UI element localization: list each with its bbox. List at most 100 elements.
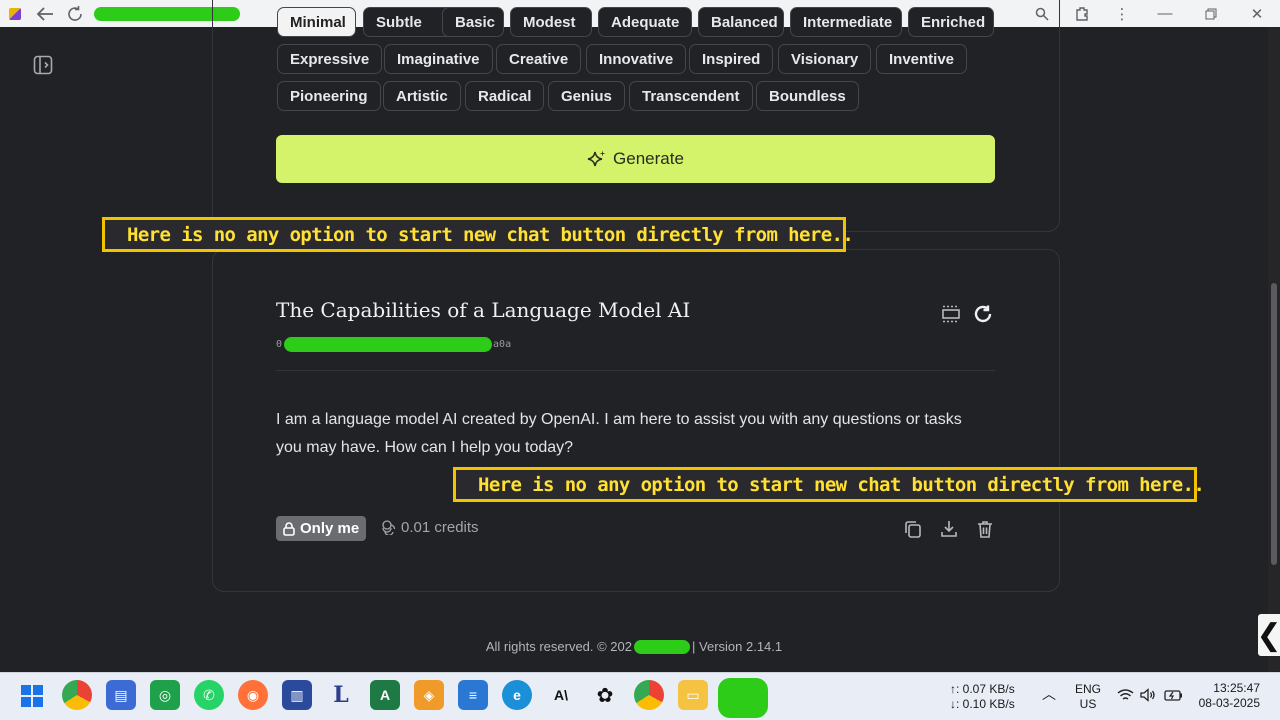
- expand-view-icon[interactable]: [941, 304, 961, 324]
- chip-expressive[interactable]: Expressive: [277, 44, 383, 74]
- net-up: ↑: 0.07 KB/s: [950, 682, 1015, 696]
- chip-balanced[interactable]: Balanced: [698, 7, 784, 37]
- chip-label: Transcendent: [642, 87, 740, 105]
- chrome-profile-icon[interactable]: [634, 680, 664, 710]
- more-menu-icon[interactable]: ⋮: [1102, 0, 1142, 27]
- result-id: 0 a0a: [276, 337, 511, 352]
- copy-icon[interactable]: [903, 519, 923, 539]
- chip-label: Minimal: [290, 13, 346, 31]
- chip-basic[interactable]: Basic: [442, 7, 504, 37]
- chip-visionary[interactable]: Visionary: [778, 44, 872, 74]
- chip-label: Imaginative: [397, 50, 480, 68]
- chip-modest[interactable]: Modest: [510, 7, 592, 37]
- chip-label: Inspired: [702, 50, 761, 68]
- footer-redacted: [634, 639, 691, 654]
- chip-creative[interactable]: Creative: [496, 44, 582, 74]
- clock[interactable]: 13:25:47 08-03-2025: [1190, 681, 1260, 711]
- notes-app-icon[interactable]: ≡: [458, 680, 488, 710]
- visibility-badge[interactable]: Only me: [276, 516, 367, 541]
- close-window-icon[interactable]: ✕: [1234, 0, 1280, 27]
- net-down: ↓: 0.10 KB/s: [950, 697, 1015, 711]
- chip-radical[interactable]: Radical: [465, 81, 545, 111]
- chip-label: Enriched: [921, 13, 986, 31]
- back-arrow-icon[interactable]: [30, 0, 60, 27]
- footer-version: | Version 2.14.1: [692, 639, 783, 654]
- result-body: I am a language model AI created by Open…: [276, 411, 962, 456]
- firefox-icon[interactable]: ◉: [238, 680, 268, 710]
- edge-icon[interactable]: e: [502, 680, 532, 710]
- chip-label: Basic: [455, 13, 496, 31]
- annotation-callout-bottom: Here is no any option to start new chat …: [453, 467, 1205, 502]
- chip-transcendent[interactable]: Transcendent: [629, 81, 753, 111]
- chip-label: Genius: [561, 87, 612, 105]
- restore-icon[interactable]: [1188, 0, 1234, 27]
- result-id-suffix: a0a: [493, 339, 512, 350]
- chatgpt-icon[interactable]: ✿: [590, 680, 620, 710]
- taskbar-redacted: [718, 678, 768, 718]
- chip-inventive[interactable]: Inventive: [876, 44, 968, 74]
- chip-inspired[interactable]: Inspired: [689, 44, 774, 74]
- volume-icon[interactable]: [1140, 688, 1156, 702]
- start-icon[interactable]: [20, 684, 44, 708]
- chip-adequate[interactable]: Adequate: [598, 7, 692, 37]
- scrollbar-thumb[interactable]: [1271, 283, 1277, 565]
- app-logo-icon: [0, 0, 30, 27]
- annotation-callout-top: Here is no any option to start new chat …: [102, 217, 854, 252]
- chip-label: Visionary: [791, 50, 859, 68]
- chip-label: Innovative: [599, 50, 674, 68]
- network-speed: ↑: 0.07 KB/s ↓: 0.10 KB/s: [950, 682, 1016, 712]
- sidebar-toggle-icon[interactable]: [33, 55, 53, 75]
- minimize-icon[interactable]: —: [1142, 0, 1188, 27]
- reload-icon[interactable]: [60, 0, 90, 27]
- annotation-text: Here is no any option to start new chat …: [478, 473, 1205, 496]
- chip-label: Intermediate: [803, 13, 893, 31]
- book-app-icon[interactable]: ▥: [282, 680, 312, 710]
- lock-icon: [283, 521, 295, 536]
- chip-label: Boundless: [769, 87, 846, 105]
- credits-label: 0.01 credits: [401, 519, 479, 536]
- letter-l-icon[interactable]: L: [326, 680, 356, 710]
- chip-label: Radical: [478, 87, 532, 105]
- chip-imaginative[interactable]: Imaginative: [384, 44, 493, 74]
- chip-label: Expressive: [290, 50, 370, 68]
- chip-label: Adequate: [611, 13, 680, 31]
- app-green-icon[interactable]: ◎: [150, 680, 180, 710]
- result-id-prefix: 0: [276, 339, 283, 350]
- whatsapp-icon[interactable]: ✆: [194, 680, 224, 710]
- credits-info: 0.01 credits: [381, 519, 479, 536]
- chip-innovative[interactable]: Innovative: [586, 44, 687, 74]
- page-footer: All rights reserved. © 202 | Version 2.1…: [0, 639, 1268, 654]
- chip-minimal[interactable]: Minimal: [277, 7, 356, 37]
- generate-label: Generate: [613, 149, 684, 168]
- battery-icon[interactable]: [1164, 688, 1184, 702]
- eye-app-icon[interactable]: ◈: [414, 680, 444, 710]
- file-explorer-icon[interactable]: ▭: [678, 680, 708, 710]
- chip-label: Pioneering: [290, 87, 368, 105]
- tray-chevron-up-icon[interactable]: ︿: [1042, 684, 1056, 704]
- extensions-icon[interactable]: [1062, 0, 1102, 27]
- chip-label: Modest: [523, 13, 576, 31]
- annotation-text: Here is no any option to start new chat …: [127, 223, 854, 246]
- chip-label: Inventive: [889, 50, 955, 68]
- chip-intermediate[interactable]: Intermediate: [790, 7, 902, 37]
- regenerate-icon[interactable]: [973, 304, 993, 324]
- sparkles-icon: [587, 150, 606, 167]
- download-icon[interactable]: [939, 519, 959, 539]
- delete-icon[interactable]: [975, 519, 995, 539]
- clock-time: 13:25:47: [1213, 681, 1260, 695]
- chip-pioneering[interactable]: Pioneering: [277, 81, 381, 111]
- wifi-icon[interactable]: [1117, 688, 1134, 702]
- notepad-icon[interactable]: ▤: [106, 680, 136, 710]
- generate-button[interactable]: Generate: [276, 135, 995, 183]
- anthropic-icon[interactable]: A\: [546, 680, 576, 710]
- chip-enriched[interactable]: Enriched: [908, 7, 994, 37]
- chip-label: Creative: [509, 50, 569, 68]
- chip-genius[interactable]: Genius: [548, 81, 625, 111]
- coins-icon: [382, 520, 396, 535]
- chrome-icon[interactable]: [62, 680, 92, 710]
- dictionary-icon[interactable]: A: [370, 680, 400, 710]
- chip-label: Artistic: [396, 87, 448, 105]
- language-indicator[interactable]: ENG US: [1070, 682, 1106, 712]
- chip-boundless[interactable]: Boundless: [756, 81, 859, 111]
- chip-artistic[interactable]: Artistic: [383, 81, 461, 111]
